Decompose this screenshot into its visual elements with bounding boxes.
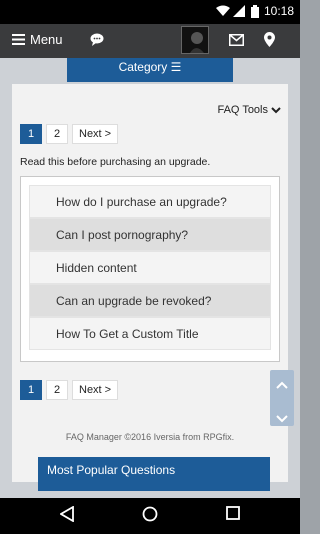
faq-tools-dropdown[interactable]: FAQ Tools [217, 104, 281, 116]
faq-tools-label: FAQ Tools [217, 104, 268, 116]
signal-icon [233, 5, 245, 17]
app-header: Menu [0, 24, 300, 58]
question-list: How do I purchase an upgrade? Can I post… [29, 185, 271, 350]
battery-icon [251, 5, 259, 18]
recents-icon[interactable] [226, 506, 240, 520]
home-icon[interactable] [142, 506, 158, 522]
next-page-link[interactable]: Next > [72, 124, 119, 144]
android-nav-bar [0, 498, 300, 534]
faq-question-item[interactable]: How do I purchase an upgrade? [29, 185, 271, 218]
status-bar: 10:18 [0, 0, 300, 24]
clock-time: 10:18 [263, 4, 294, 18]
scroll-down-icon[interactable] [276, 410, 288, 428]
faq-panel: FAQ Tools 1 2 Next > Read this before pu… [12, 84, 288, 482]
faq-question-item[interactable]: How To Get a Custom Title [29, 317, 271, 350]
faq-question-item[interactable]: Hidden content [29, 251, 271, 284]
footer-credit: FAQ Manager ©2016 Iversia from RPGfix. [65, 432, 235, 442]
pagination-top: 1 2 Next > [20, 124, 119, 144]
user-avatar[interactable] [181, 26, 209, 54]
scroll-control[interactable] [270, 370, 294, 426]
next-page-link[interactable]: Next > [72, 380, 119, 400]
category-tab[interactable]: Category ☰ [67, 58, 233, 82]
chevron-down-icon [271, 106, 281, 113]
page-2-link[interactable]: 2 [46, 380, 68, 400]
scroll-up-icon[interactable] [276, 376, 288, 394]
faq-question-item[interactable]: Can an upgrade be revoked? [29, 284, 271, 317]
page-2-link[interactable]: 2 [46, 124, 68, 144]
notice-text: Read this before purchasing an upgrade. [20, 156, 211, 168]
menu-label: Menu [30, 32, 63, 47]
question-box: How do I purchase an upgrade? Can I post… [20, 176, 280, 362]
hamburger-icon [12, 34, 25, 45]
most-popular-header[interactable]: Most Popular Questions [38, 457, 270, 491]
pagination-bottom: 1 2 Next > [20, 380, 119, 400]
location-pin-icon[interactable] [264, 32, 275, 47]
menu-button[interactable]: Menu [12, 32, 63, 47]
mail-icon[interactable] [229, 34, 244, 46]
page-1-link[interactable]: 1 [20, 380, 42, 400]
chat-bubble-icon[interactable] [90, 33, 104, 46]
wifi-icon [216, 5, 230, 16]
page-1-link[interactable]: 1 [20, 124, 42, 144]
faq-question-item[interactable]: Can I post pornography? [29, 218, 271, 251]
back-icon[interactable] [60, 506, 74, 522]
